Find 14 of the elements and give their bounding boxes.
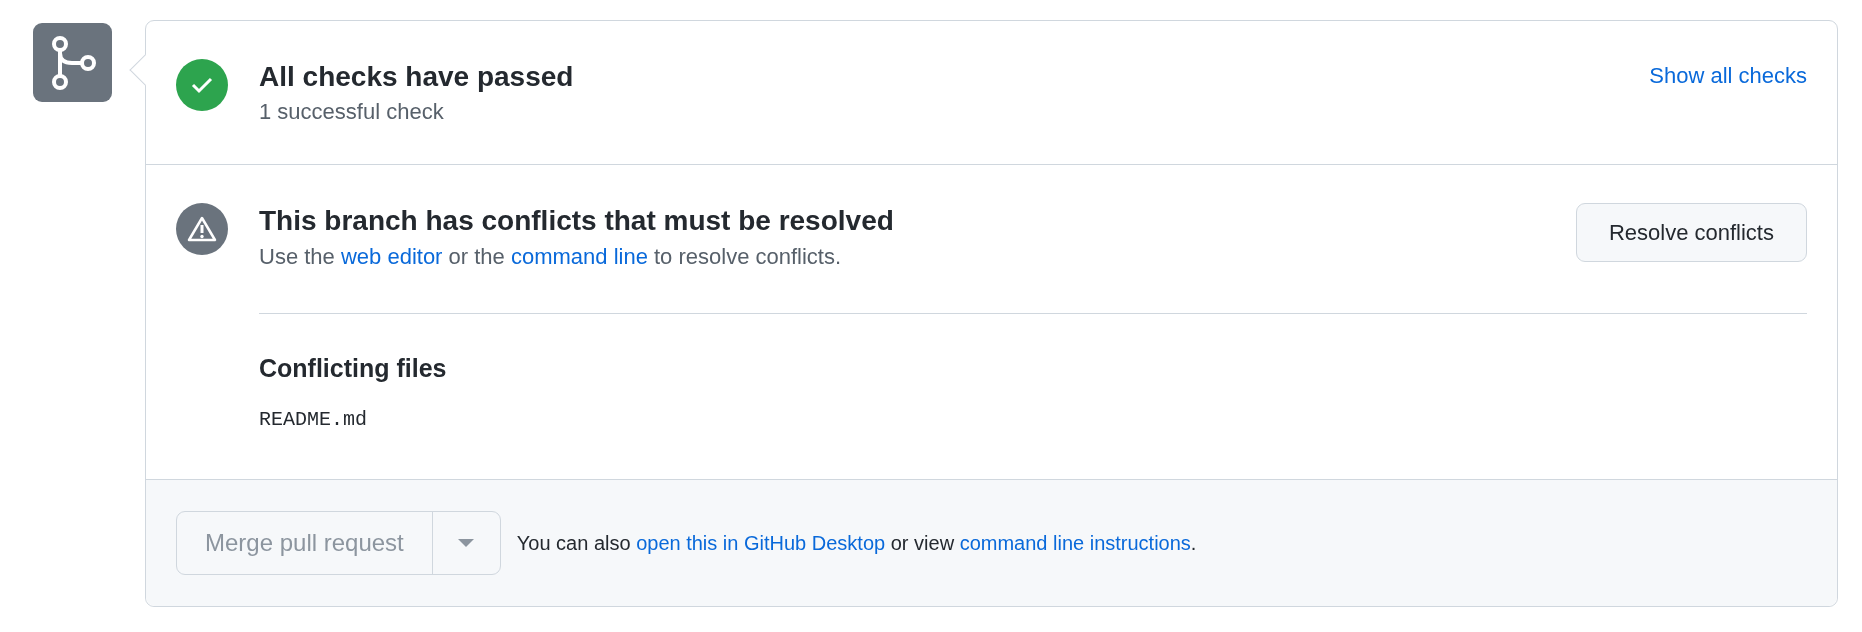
check-icon	[176, 59, 228, 111]
conflicting-files-heading: Conflicting files	[259, 352, 448, 384]
text-link[interactable]: command line	[510, 243, 648, 269]
merge-hint: You can also open this in GitHub Desktop or view command line instructions.	[516, 531, 1197, 557]
file-name: README.md	[259, 407, 369, 434]
warning-icon	[176, 203, 228, 256]
resolve-conflicts-button[interactable]: Resolve conflicts	[1575, 203, 1807, 263]
text-link[interactable]: web editor	[340, 243, 443, 269]
conflicts-message: Use the web editor or the command line to resolve conflicts.	[259, 242, 843, 271]
conflicts-title: This branch has conflicts that must be resolved	[259, 204, 894, 239]
merge-icon	[33, 23, 112, 102]
checks-title: All checks have passed	[259, 60, 574, 94]
show-checks-link[interactable]: Show all checks	[1649, 59, 1807, 92]
checks-subtitle: 1 successful check	[259, 98, 445, 127]
